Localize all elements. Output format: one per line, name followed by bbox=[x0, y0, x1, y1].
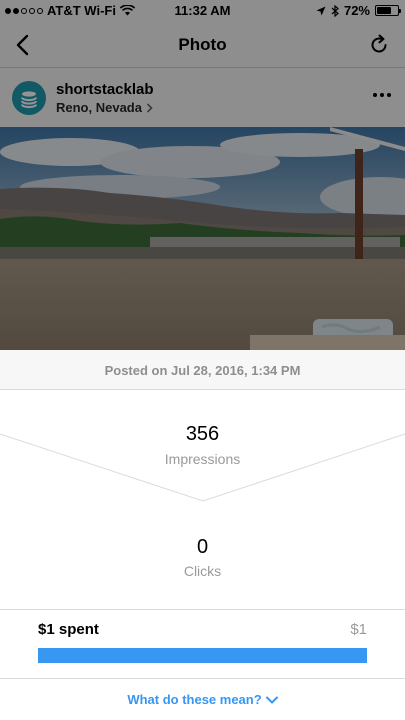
stack-logo-icon bbox=[21, 91, 37, 109]
battery-level bbox=[377, 7, 392, 14]
posted-date: Posted on Jul 28, 2016, 1:34 PM bbox=[104, 363, 301, 378]
chevron-down-icon bbox=[265, 696, 278, 703]
budget-amount: $1 bbox=[350, 621, 367, 638]
bluetooth-icon bbox=[331, 4, 339, 17]
username-link[interactable]: shortstacklab bbox=[56, 81, 154, 98]
battery-percent: 72% bbox=[343, 3, 370, 18]
nav-bar: Photo bbox=[0, 22, 405, 68]
more-dot-icon bbox=[380, 93, 384, 97]
amount-spent: $1 spent bbox=[38, 621, 99, 638]
status-right: 72% bbox=[316, 3, 401, 18]
photo-insights-screen: AT&T Wi-Fi 11:32 AM 72% Photo shortstack… bbox=[0, 0, 405, 720]
status-bar: AT&T Wi-Fi 11:32 AM 72% bbox=[0, 0, 405, 22]
posted-date-band: Posted on Jul 28, 2016, 1:34 PM bbox=[0, 350, 405, 390]
photo-image bbox=[0, 127, 405, 350]
refresh-button[interactable] bbox=[365, 31, 393, 59]
insights-funnel: 356 Impressions 0 Clicks bbox=[0, 391, 405, 610]
post-photo bbox=[0, 127, 405, 350]
spend-progress-bar bbox=[38, 648, 367, 663]
location-link[interactable]: Reno, Nevada bbox=[56, 100, 153, 115]
battery-icon bbox=[375, 5, 401, 16]
more-dot-icon bbox=[373, 93, 377, 97]
clicks-label: Clicks bbox=[183, 563, 222, 579]
post-header: shortstacklab Reno, Nevada bbox=[0, 69, 405, 127]
more-options-button[interactable] bbox=[373, 93, 391, 97]
dimmed-post-region: AT&T Wi-Fi 11:32 AM 72% Photo shortstack… bbox=[0, 0, 405, 350]
help-link-label: What do these mean? bbox=[127, 692, 262, 707]
page-title: Photo bbox=[178, 35, 227, 54]
impressions-value: 356 bbox=[185, 423, 220, 445]
spend-section: $1 spent $1 bbox=[0, 609, 405, 679]
impressions-label: Impressions bbox=[164, 451, 241, 467]
refresh-icon bbox=[371, 34, 387, 53]
more-dot-icon bbox=[387, 93, 391, 97]
clicks-value: 0 bbox=[196, 536, 209, 558]
chevron-right-icon bbox=[146, 102, 153, 113]
what-do-these-mean-link[interactable]: What do these mean? bbox=[0, 679, 405, 720]
location-label: Reno, Nevada bbox=[56, 100, 142, 115]
spend-progress-fill bbox=[38, 648, 367, 663]
location-arrow-icon bbox=[316, 6, 326, 15]
avatar[interactable] bbox=[12, 81, 46, 115]
